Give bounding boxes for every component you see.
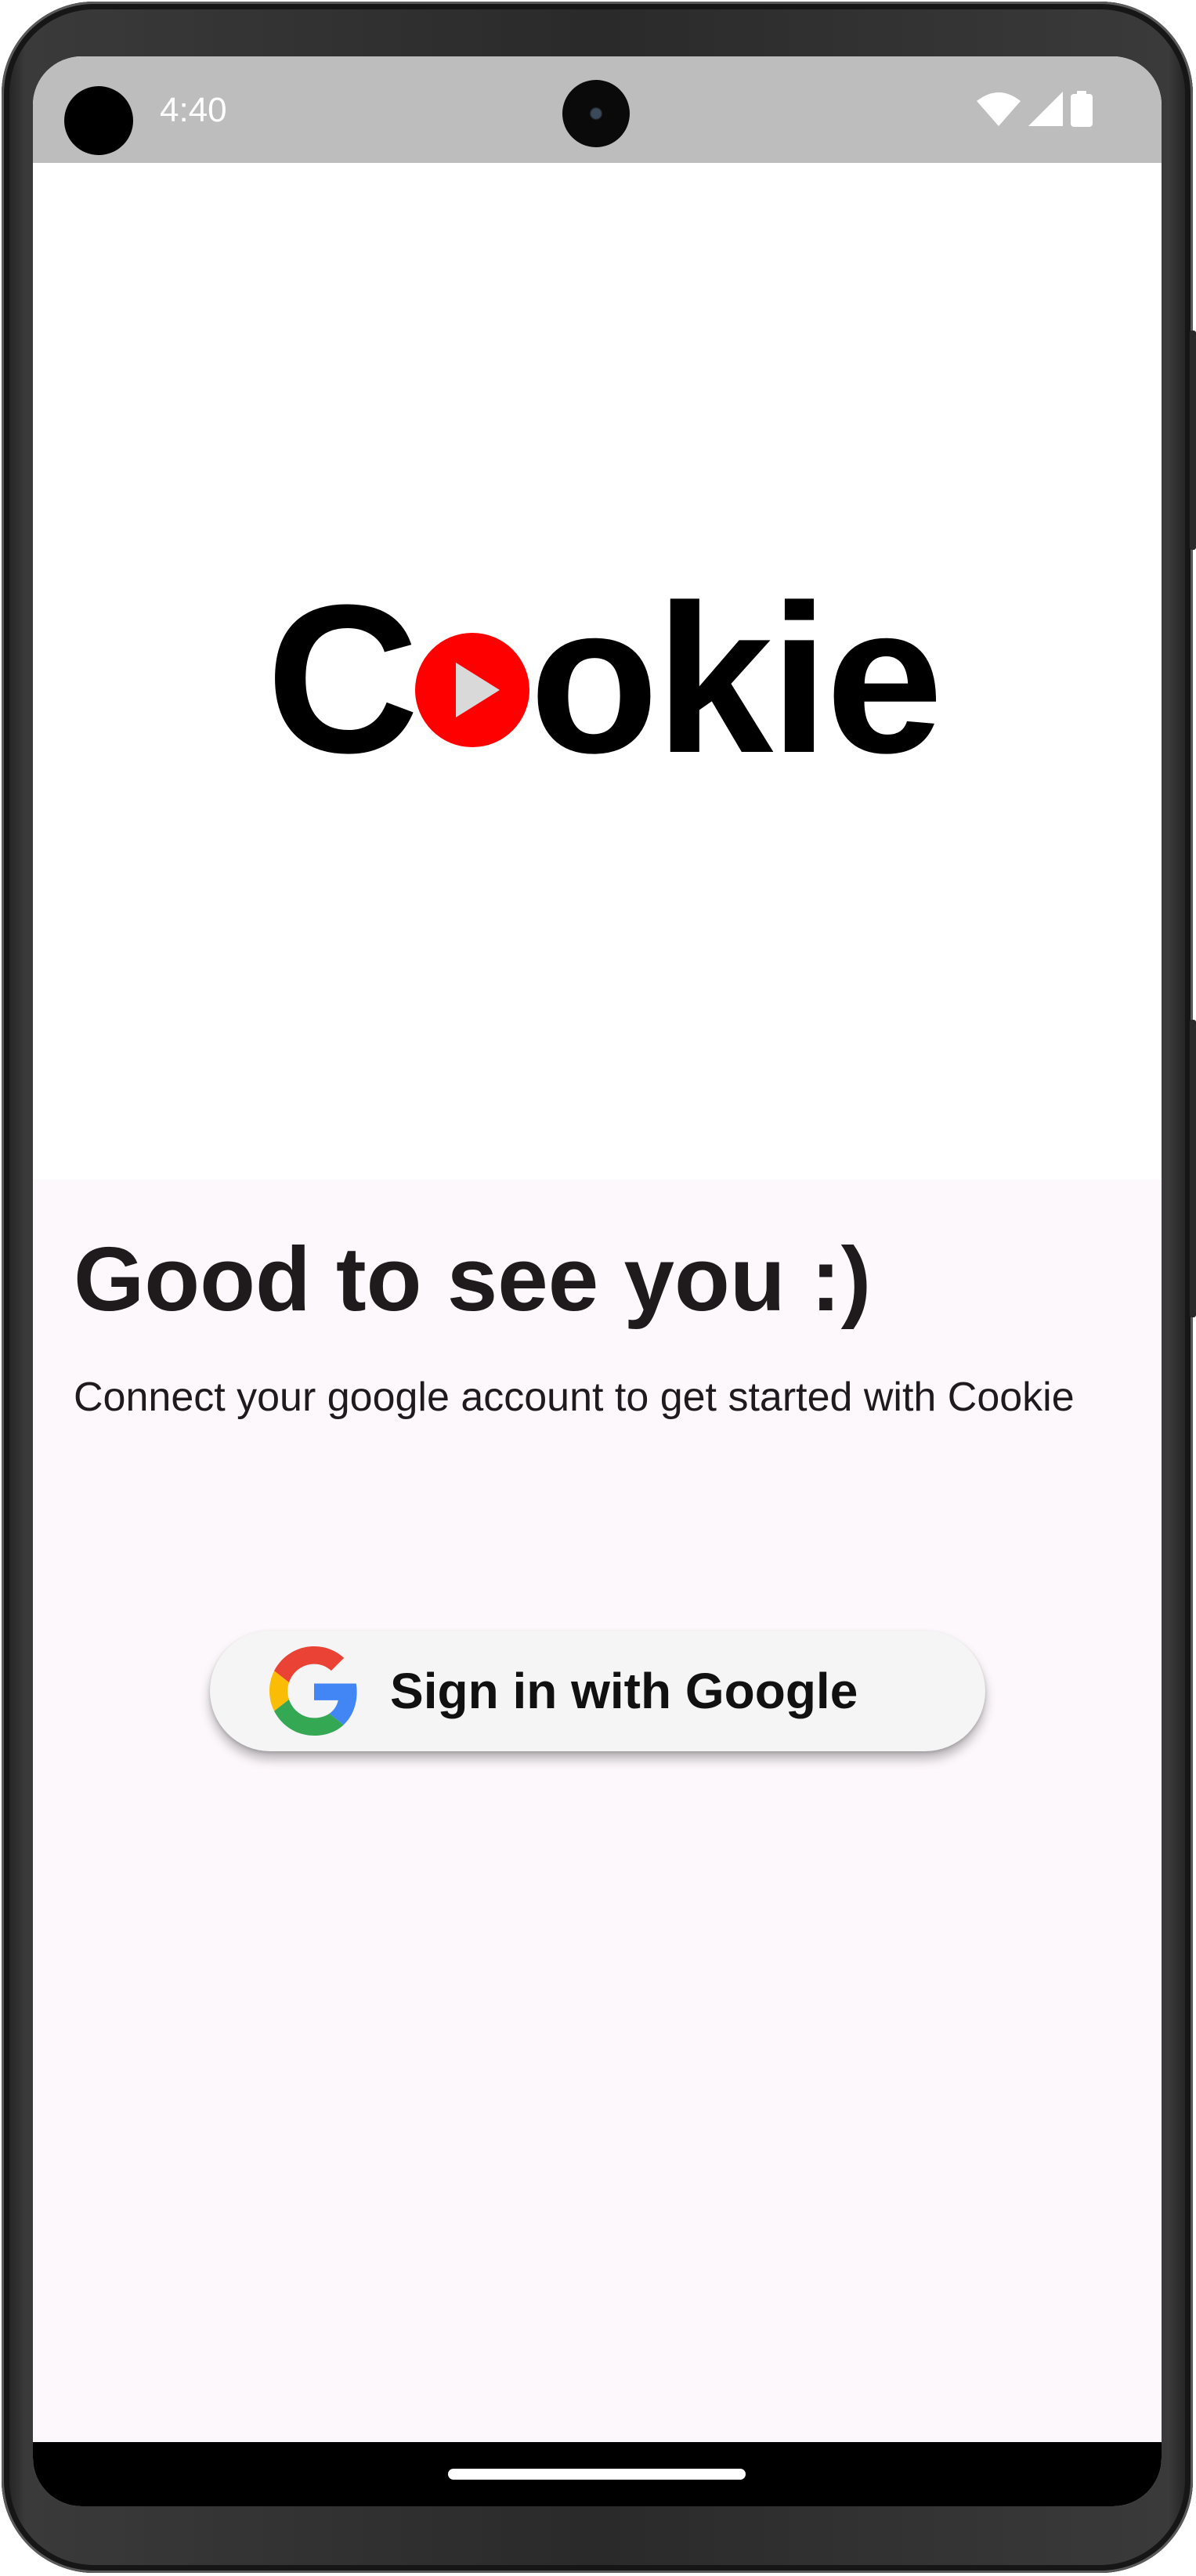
device: 4:40 C okie Good to see you:) Connect y… — [0, 0, 1196, 2576]
google-g-icon — [269, 1646, 357, 1736]
home-gesture-handle[interactable] — [448, 2469, 746, 2480]
front-camera — [562, 80, 630, 147]
sign-in-label: Sign in with Google — [390, 1663, 858, 1719]
logo-text-prefix: C — [266, 562, 419, 797]
sign-in-with-google-button[interactable]: Sign in with Google — [210, 1631, 985, 1751]
status-time: 4:40 — [160, 91, 227, 129]
screen: 4:40 C okie Good to see you:) Connect y… — [33, 56, 1162, 2506]
battery-icon — [1071, 91, 1093, 127]
status-indicator-dot — [64, 86, 133, 155]
welcome-subtitle: Connect your google account to get start… — [74, 1375, 1075, 1420]
status-bar: 4:40 — [33, 56, 1162, 163]
logo-text-suffix: okie — [529, 562, 943, 797]
power-button — [1190, 1020, 1196, 1317]
welcome-section: Good to see you :) Connect your google a… — [33, 1180, 1162, 2464]
logo-section: C okie — [33, 163, 1162, 1236]
play-icon — [415, 633, 529, 747]
wifi-icon — [977, 92, 1021, 126]
status-icons — [977, 91, 1093, 127]
play-triangle — [456, 663, 500, 717]
navigation-bar — [33, 2442, 1162, 2506]
cellular-signal-icon — [1028, 92, 1063, 126]
volume-button — [1190, 331, 1196, 550]
welcome-headline: Good to see you :) — [74, 1228, 872, 1330]
cookie-logo: C okie — [266, 562, 943, 797]
